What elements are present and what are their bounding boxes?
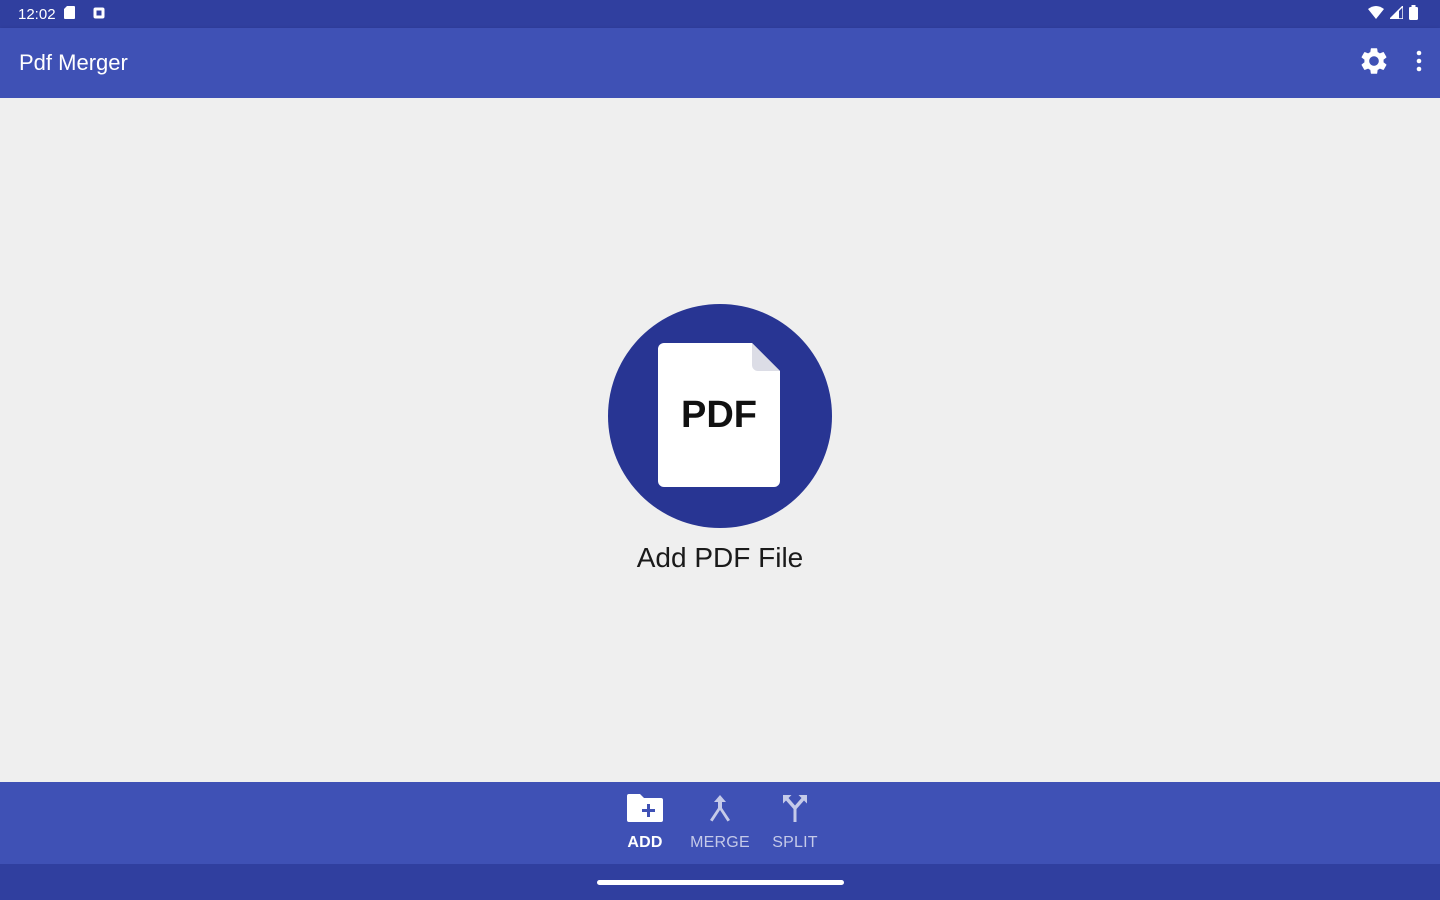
pdf-icon-text: PDF: [681, 394, 757, 436]
split-icon: [780, 794, 810, 827]
pdf-circle: PDF: [608, 304, 832, 528]
more-vert-icon: [1416, 50, 1422, 77]
status-right: [1368, 3, 1418, 24]
cell-signal-icon: [1388, 3, 1404, 23]
pdf-file-icon: PDF: [658, 343, 780, 487]
battery-icon: [1409, 4, 1418, 24]
nav-split-label: SPLIT: [772, 834, 818, 851]
bottom-navigation: ADD MERGE SPLIT: [0, 782, 1440, 864]
add-pdf-label: Add PDF File: [636, 542, 804, 573]
main-content: PDF Add PDF File: [0, 98, 1440, 782]
app-actions: [1358, 45, 1422, 82]
home-indicator[interactable]: [597, 880, 844, 885]
gear-icon: [1358, 45, 1390, 82]
folder-add-icon: [627, 794, 663, 827]
nav-add-label: ADD: [627, 834, 663, 851]
nav-add[interactable]: ADD: [608, 782, 683, 864]
overflow-menu-button[interactable]: [1416, 50, 1422, 77]
system-navigation-bar: [0, 864, 1440, 900]
notification-square-icon: [93, 6, 105, 23]
nav-split[interactable]: SPLIT: [758, 782, 833, 864]
merge-icon: [708, 794, 732, 827]
nav-merge-label: MERGE: [690, 834, 750, 851]
sd-card-icon: [63, 5, 75, 23]
status-bar: 12:02: [0, 0, 1440, 28]
wifi-icon: [1368, 5, 1384, 23]
status-left: 12:02: [18, 5, 105, 23]
settings-button[interactable]: [1358, 45, 1390, 82]
app-title: Pdf Merger: [19, 50, 128, 75]
status-time: 12:02: [18, 5, 56, 23]
nav-merge[interactable]: MERGE: [683, 782, 758, 864]
app-bar: Pdf Merger: [0, 28, 1440, 98]
add-pdf-file-button[interactable]: PDF Add PDF File: [608, 304, 832, 574]
